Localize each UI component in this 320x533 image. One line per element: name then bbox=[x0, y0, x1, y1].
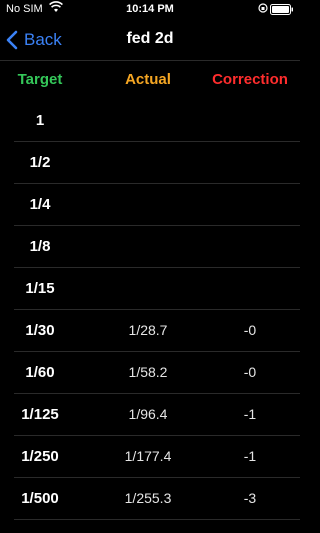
target-cell: 1/2 bbox=[29, 154, 51, 171]
header-correction: Correction bbox=[212, 71, 288, 88]
table-row[interactable]: 1/250 1/177.4 -1 bbox=[14, 436, 300, 478]
target-cell: 1/125 bbox=[21, 406, 59, 423]
correction-cell: -3 bbox=[243, 490, 257, 506]
correction-cell: -1 bbox=[243, 406, 257, 422]
table-row[interactable]: 1/60 1/58.2 -0 bbox=[14, 352, 300, 394]
actual-cell: 1/28.7 bbox=[128, 322, 168, 338]
target-cell: 1/8 bbox=[29, 238, 51, 255]
target-cell: 1/4 bbox=[29, 196, 51, 213]
actual-cell: 1/177.4 bbox=[124, 448, 172, 464]
target-cell: 1/30 bbox=[25, 322, 55, 339]
table-row[interactable]: 1/30 1/28.7 -0 bbox=[14, 310, 300, 352]
table-row[interactable]: 1/2 bbox=[14, 142, 300, 184]
correction-cell: -0 bbox=[243, 364, 257, 380]
battery-icon bbox=[270, 4, 294, 18]
target-cell: 1 bbox=[35, 112, 45, 129]
navigation-bar: Back fed 2d bbox=[0, 20, 300, 60]
table-row[interactable]: 1/125 1/96.4 -1 bbox=[14, 394, 300, 436]
nav-divider bbox=[0, 60, 300, 61]
table-row[interactable]: 1/500 1/255.3 -3 bbox=[14, 478, 300, 520]
table-row[interactable]: 1/4 bbox=[14, 184, 300, 226]
header-target: Target bbox=[17, 71, 63, 88]
actual-cell: 1/96.4 bbox=[128, 406, 168, 422]
page-title: fed 2d bbox=[126, 30, 174, 47]
status-time: 10:14 PM bbox=[126, 3, 174, 15]
header-actual: Actual bbox=[125, 71, 171, 88]
target-cell: 1/60 bbox=[25, 364, 55, 381]
table-header: Target Actual Correction bbox=[0, 62, 300, 98]
shutter-table: 1 1/2 1/4 1/8 1/15 1/30 1/28.7 -0 1/60 1… bbox=[14, 100, 300, 520]
table-row[interactable]: 1 bbox=[14, 100, 300, 142]
actual-cell: 1/255.3 bbox=[124, 490, 172, 506]
actual-cell: 1/58.2 bbox=[128, 364, 168, 380]
target-cell: 1/15 bbox=[25, 280, 55, 297]
table-row[interactable]: 1/8 bbox=[14, 226, 300, 268]
correction-cell: -1 bbox=[243, 448, 257, 464]
target-cell: 1/250 bbox=[21, 448, 59, 465]
orientation-lock-icon bbox=[258, 2, 268, 17]
correction-cell: -0 bbox=[243, 322, 257, 338]
target-cell: 1/500 bbox=[21, 490, 59, 507]
status-bar: No SIM 10:14 PM bbox=[0, 0, 300, 20]
table-row[interactable]: 1/15 bbox=[14, 268, 300, 310]
